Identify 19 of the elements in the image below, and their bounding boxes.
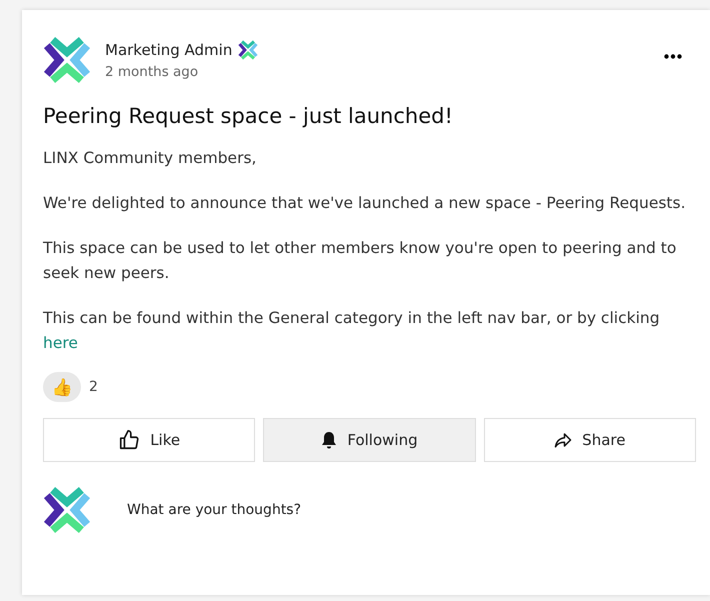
share-arrow-icon	[554, 431, 572, 449]
post-paragraph: LINX Community members,	[43, 148, 258, 169]
author-avatar-logo-icon	[43, 36, 91, 84]
here-link[interactable]: here	[43, 334, 78, 352]
share-button[interactable]: Share	[484, 418, 696, 462]
badge-logo-icon	[238, 40, 258, 60]
user-avatar-logo-icon	[43, 486, 91, 534]
bell-icon	[321, 431, 338, 449]
more-icon	[664, 54, 682, 59]
post-paragraph: This can be found within the General category in the left nav bar, or by clicking here	[43, 308, 661, 354]
post-paragraph: This space can be used to let other members know you're open to peering and to seek new peers.	[43, 238, 678, 284]
like-button[interactable]: Like	[43, 418, 256, 462]
post-time: 2 months ago	[105, 64, 200, 80]
follow-button[interactable]: Following	[263, 418, 476, 462]
author-name[interactable]: Marketing Admin	[105, 41, 232, 59]
reaction-count: 2	[89, 379, 98, 395]
post-paragraph: We're delighted to announce that we've launched a new space - Peering Requests.	[43, 193, 687, 214]
thumbs-up-icon	[118, 429, 140, 451]
post-title: Peering Request space - just launched!	[43, 104, 454, 128]
